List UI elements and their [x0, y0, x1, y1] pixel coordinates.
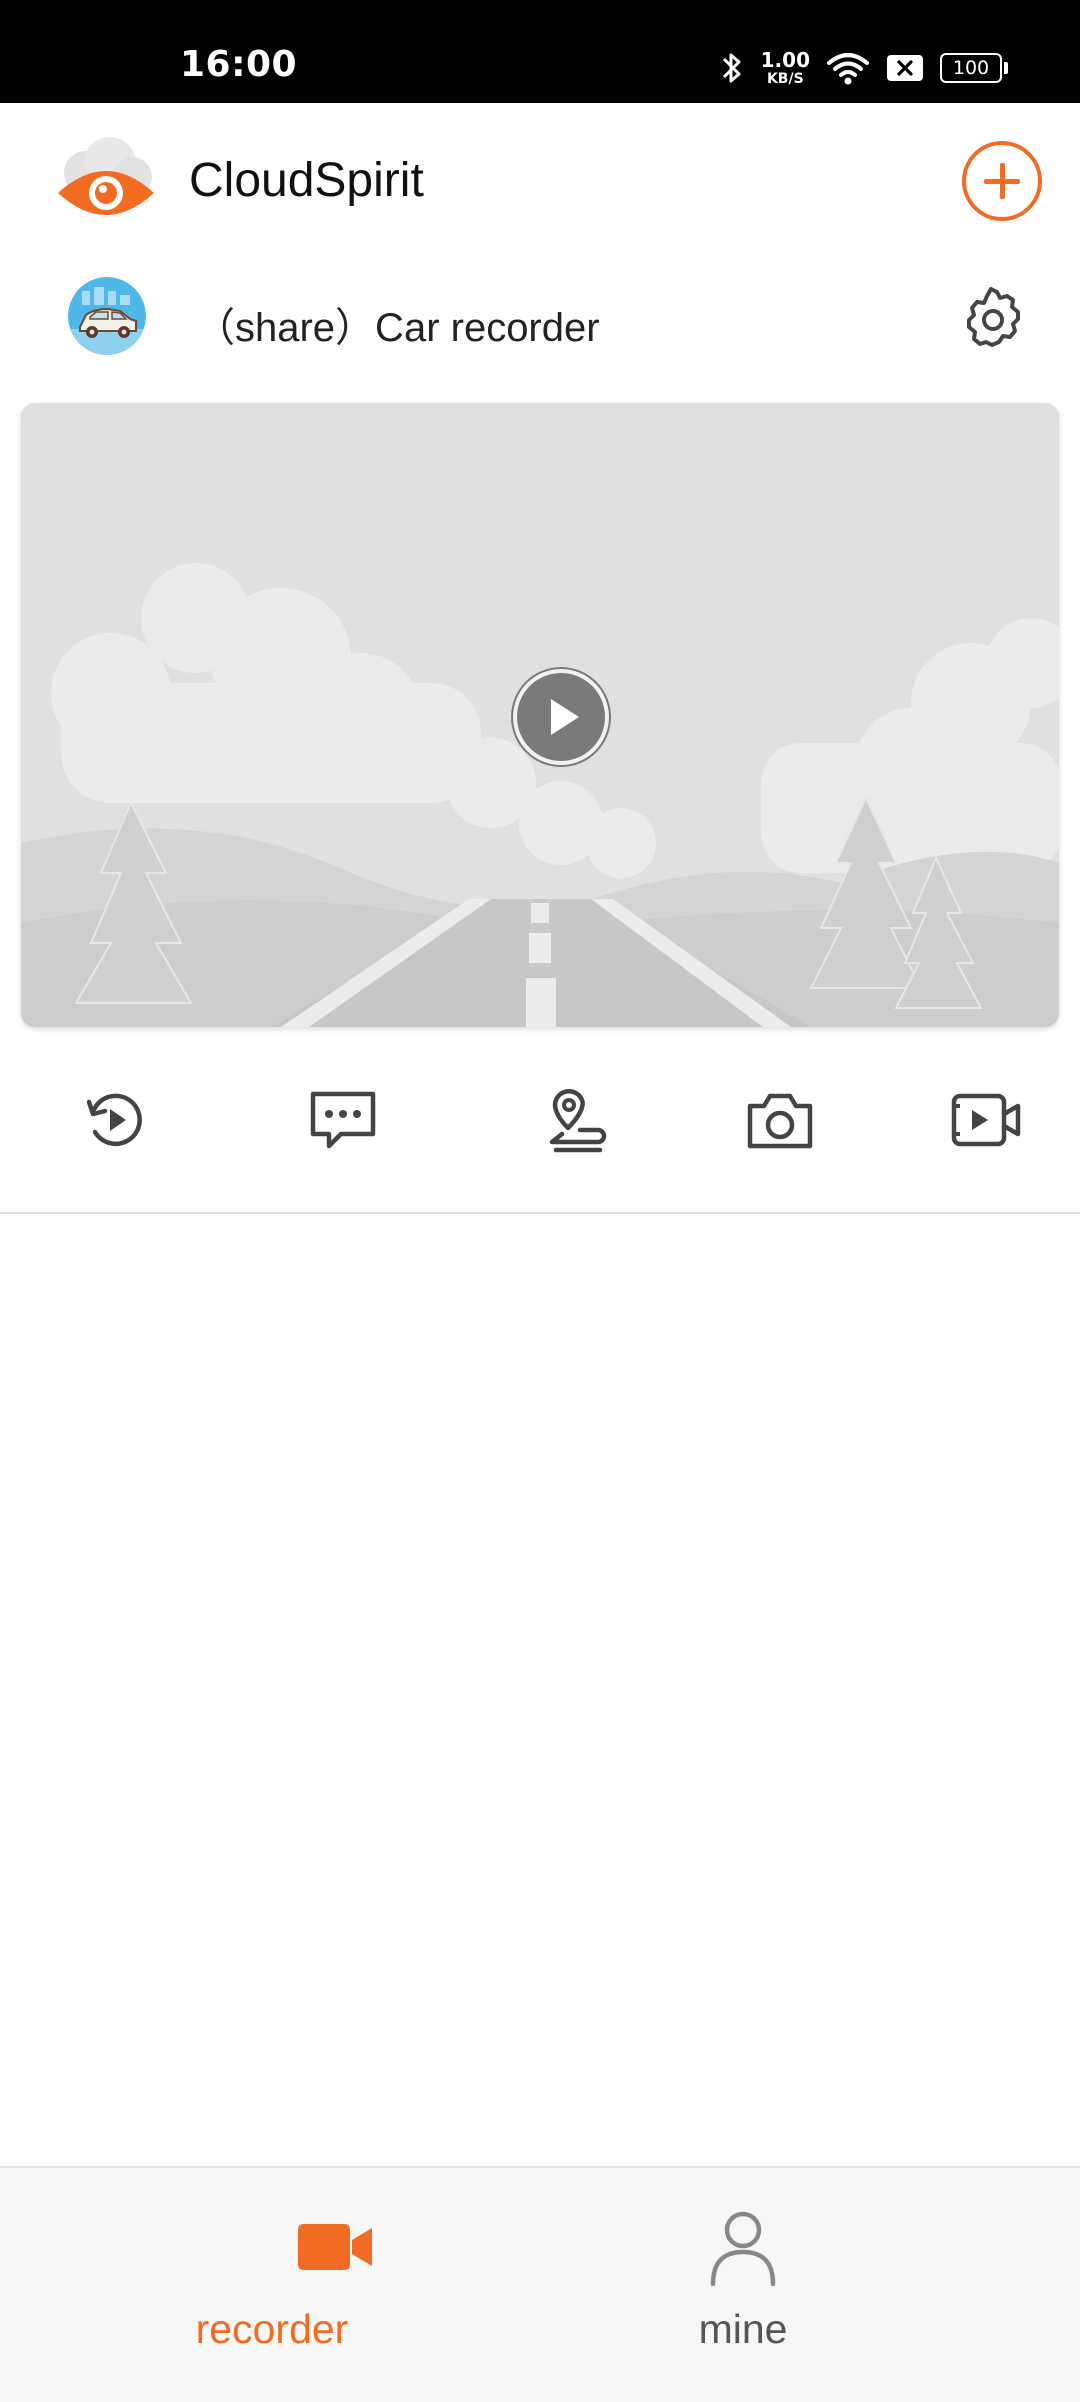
- location-track-icon[interactable]: [540, 1084, 612, 1156]
- message-icon[interactable]: [307, 1084, 379, 1156]
- tab-recorder-label: recorder: [195, 2306, 349, 2352]
- tab-recorder[interactable]: recorder: [68, 2168, 608, 2402]
- app-title: CloudSpirit: [189, 154, 424, 207]
- video-clip-icon[interactable]: [950, 1084, 1022, 1156]
- playback-history-icon[interactable]: [79, 1084, 151, 1156]
- play-icon[interactable]: [509, 665, 613, 769]
- section-divider: [0, 1212, 1080, 1214]
- sim-blocked-icon: [887, 55, 923, 81]
- gear-icon[interactable]: [956, 283, 1026, 353]
- person-icon: [710, 2211, 776, 2286]
- wifi-icon: [827, 53, 869, 85]
- cloud-eye-logo: [58, 137, 154, 215]
- bottom-tab-bar: recorder mine: [0, 2166, 1080, 2402]
- status-bar: 16:00 1.00 KB/S 100: [0, 0, 1080, 103]
- status-icons: 1.00 KB/S 100: [719, 46, 1008, 90]
- add-device-button[interactable]: [962, 141, 1042, 221]
- battery-icon: 100: [940, 53, 1008, 83]
- bluetooth-icon: [722, 53, 741, 83]
- action-toolbar: [0, 1062, 1080, 1177]
- device-avatar: [68, 277, 146, 355]
- camera-icon[interactable]: [744, 1084, 816, 1156]
- device-row[interactable]: （share）Car recorder: [0, 259, 1080, 374]
- device-name: （share）Car recorder: [195, 306, 600, 350]
- tab-mine[interactable]: mine: [540, 2168, 1080, 2402]
- video-camera-icon: [298, 2224, 372, 2270]
- video-player[interactable]: [21, 403, 1059, 1027]
- tab-mine-label: mine: [698, 2306, 788, 2352]
- app-bar: CloudSpirit: [0, 103, 1080, 259]
- status-time: 16:00: [180, 44, 298, 85]
- network-speed: 1.00 KB/S: [760, 48, 810, 87]
